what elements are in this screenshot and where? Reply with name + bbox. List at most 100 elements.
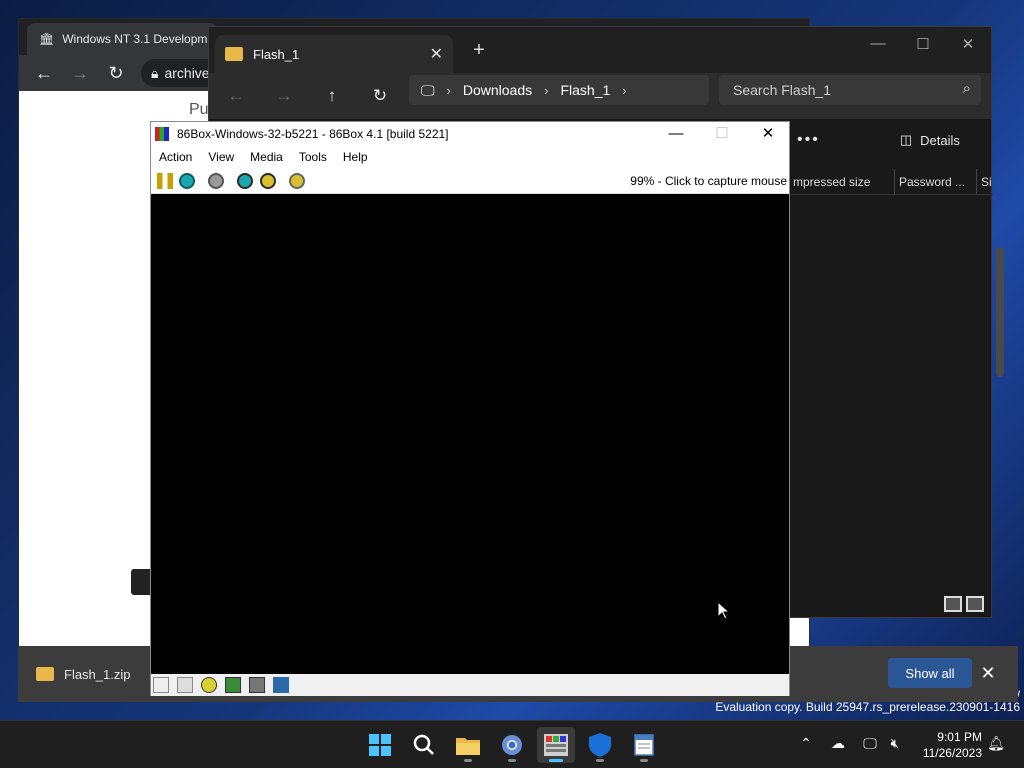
ctrl-alt-del-icon[interactable] bbox=[237, 173, 253, 189]
capture-status: 99% - Click to capture mouse bbox=[630, 174, 787, 188]
network-icon[interactable] bbox=[249, 677, 265, 693]
pause-icon[interactable] bbox=[157, 173, 173, 189]
chevron-up-icon[interactable]: ⌃ bbox=[796, 735, 816, 752]
more-options-button[interactable]: ••• bbox=[789, 131, 820, 149]
details-view-icon[interactable] bbox=[944, 596, 962, 612]
back-icon[interactable]: ← bbox=[221, 81, 251, 111]
menu-action[interactable]: Action bbox=[159, 150, 192, 164]
search-placeholder: Search Flash_1 bbox=[733, 82, 832, 98]
maximize-icon[interactable]: ☐ bbox=[910, 35, 936, 53]
menu-tools[interactable]: Tools bbox=[299, 150, 327, 164]
reset-icon[interactable] bbox=[179, 173, 195, 189]
taskbar-security[interactable] bbox=[581, 727, 619, 763]
search-icon bbox=[413, 734, 434, 755]
menu-help[interactable]: Help bbox=[343, 150, 368, 164]
folder-icon bbox=[225, 47, 243, 61]
minimize-icon[interactable]: — bbox=[653, 122, 699, 146]
86box-app-icon bbox=[544, 734, 568, 756]
monitor-icon: 🖵 bbox=[421, 81, 435, 98]
col-size[interactable]: Si bbox=[977, 169, 993, 194]
floppy-icon[interactable] bbox=[153, 677, 169, 693]
86box-menubar: Action View Media Tools Help bbox=[151, 146, 789, 168]
ctrl-alt-esc-icon[interactable] bbox=[260, 173, 276, 189]
menu-media[interactable]: Media bbox=[250, 150, 283, 164]
notification-bell-icon[interactable]: 🔔︎ bbox=[986, 735, 1006, 752]
windows-logo-icon bbox=[369, 734, 391, 756]
emulator-screen[interactable] bbox=[151, 194, 789, 674]
forward-icon[interactable]: → bbox=[269, 81, 299, 111]
shield-icon bbox=[589, 733, 611, 757]
clock-date: 11/26/2023 bbox=[922, 746, 982, 760]
86box-toolbar: 99% - Click to capture mouse bbox=[151, 168, 789, 194]
hard-disk-icon[interactable] bbox=[225, 677, 241, 693]
refresh-icon[interactable]: ↻ bbox=[365, 81, 395, 111]
close-icon[interactable]: ✕ bbox=[976, 660, 1000, 686]
column-headers: mpressed size Password ... Si bbox=[789, 169, 993, 195]
page-heading-partial: Pu bbox=[189, 101, 209, 118]
col-password[interactable]: Password ... bbox=[895, 169, 977, 194]
folder-icon bbox=[456, 738, 480, 755]
chevron-right-icon: › bbox=[446, 82, 451, 98]
tiles-view-icon[interactable] bbox=[966, 596, 984, 612]
browser-tab-title: Windows NT 3.1 Developm bbox=[62, 32, 208, 46]
search-input[interactable]: Search Flash_1 ⌕ bbox=[719, 75, 981, 105]
address-text: archive. bbox=[164, 65, 214, 81]
taskbar-86box[interactable] bbox=[537, 727, 575, 763]
download-item-label: Flash_1.zip bbox=[64, 666, 131, 682]
86box-app-icon bbox=[155, 127, 169, 141]
power-icon[interactable] bbox=[208, 173, 224, 189]
close-icon[interactable]: ✕ bbox=[745, 122, 791, 146]
network-icon[interactable]: 🖵 bbox=[860, 735, 880, 752]
breadcrumb-flash[interactable]: Flash_1 bbox=[560, 82, 610, 98]
document-icon bbox=[634, 734, 654, 756]
lock-icon: 🔒︎ bbox=[151, 64, 159, 81]
col-compressed-size[interactable]: mpressed size bbox=[789, 169, 895, 194]
search-icon: ⌕ bbox=[962, 80, 971, 97]
explorer-tab[interactable]: Flash_1 ✕ bbox=[215, 35, 453, 73]
sound-icon[interactable] bbox=[273, 677, 289, 693]
86box-statusbar bbox=[151, 674, 789, 696]
start-button[interactable] bbox=[361, 727, 399, 763]
breadcrumb-downloads[interactable]: Downloads bbox=[463, 82, 532, 98]
reload-icon[interactable]: ↻ bbox=[105, 63, 127, 84]
clock[interactable]: 9:01 PM 11/26/2023 bbox=[912, 729, 982, 761]
explorer-address-row: ← → ↑ ↻ 🖵 › Downloads › Flash_1 › Search… bbox=[209, 73, 991, 119]
volume-icon[interactable]: 🔇︎ bbox=[885, 735, 905, 752]
taskbar-chrome[interactable] bbox=[493, 727, 531, 763]
download-item[interactable]: Flash_1.zip bbox=[18, 646, 150, 702]
taskbar-file-explorer[interactable] bbox=[449, 727, 487, 763]
show-all-button[interactable]: Show all bbox=[888, 658, 972, 688]
details-label: Details bbox=[920, 132, 960, 148]
breadcrumb[interactable]: 🖵 › Downloads › Flash_1 › bbox=[409, 75, 709, 105]
cdrom-icon[interactable] bbox=[201, 677, 217, 693]
taskbar-notepad[interactable] bbox=[625, 727, 663, 763]
settings-icon[interactable] bbox=[289, 173, 305, 189]
forward-icon[interactable]: → bbox=[69, 63, 91, 84]
browser-tab[interactable]: 🏛 Windows NT 3.1 Developm bbox=[27, 23, 217, 55]
tab-close-icon[interactable]: ✕ bbox=[430, 44, 443, 64]
archive-icon: 🏛 bbox=[39, 32, 55, 46]
86box-title: 86Box-Windows-32-b5221 - 86Box 4.1 [buil… bbox=[177, 127, 449, 141]
details-pane-icon: ◫ bbox=[899, 132, 913, 147]
zip-folder-icon bbox=[36, 667, 54, 681]
86box-window: 86Box-Windows-32-b5221 - 86Box 4.1 [buil… bbox=[150, 121, 790, 696]
chevron-right-icon: › bbox=[622, 82, 627, 98]
taskbar-search-button[interactable] bbox=[405, 727, 443, 763]
explorer-tab-title: Flash_1 bbox=[253, 46, 300, 62]
up-icon[interactable]: ↑ bbox=[317, 81, 347, 111]
taskbar: ⌃ ☁ 🖵 🔇︎ 9:01 PM 11/26/2023 🔔︎ bbox=[0, 720, 1024, 768]
menu-view[interactable]: View bbox=[208, 150, 234, 164]
minimize-icon[interactable]: — bbox=[865, 35, 891, 52]
new-tab-icon[interactable]: + bbox=[469, 39, 489, 62]
explorer-commandbar: ••• ◫ Details bbox=[789, 119, 993, 161]
chrome-icon bbox=[502, 735, 522, 755]
back-icon[interactable]: ← bbox=[33, 63, 55, 84]
mouse-pointer-icon bbox=[717, 601, 731, 620]
floppy-2-icon[interactable] bbox=[177, 677, 193, 693]
cloud-offline-icon[interactable]: ☁ bbox=[828, 735, 848, 752]
details-button[interactable]: ◫ Details bbox=[900, 132, 960, 148]
scrollbar-thumb[interactable] bbox=[996, 247, 1004, 377]
maximize-icon: ☐ bbox=[715, 125, 729, 142]
explorer-tabbar: Flash_1 ✕ + — ☐ ✕ bbox=[209, 27, 991, 73]
window-close-icon[interactable]: ✕ bbox=[955, 35, 981, 53]
